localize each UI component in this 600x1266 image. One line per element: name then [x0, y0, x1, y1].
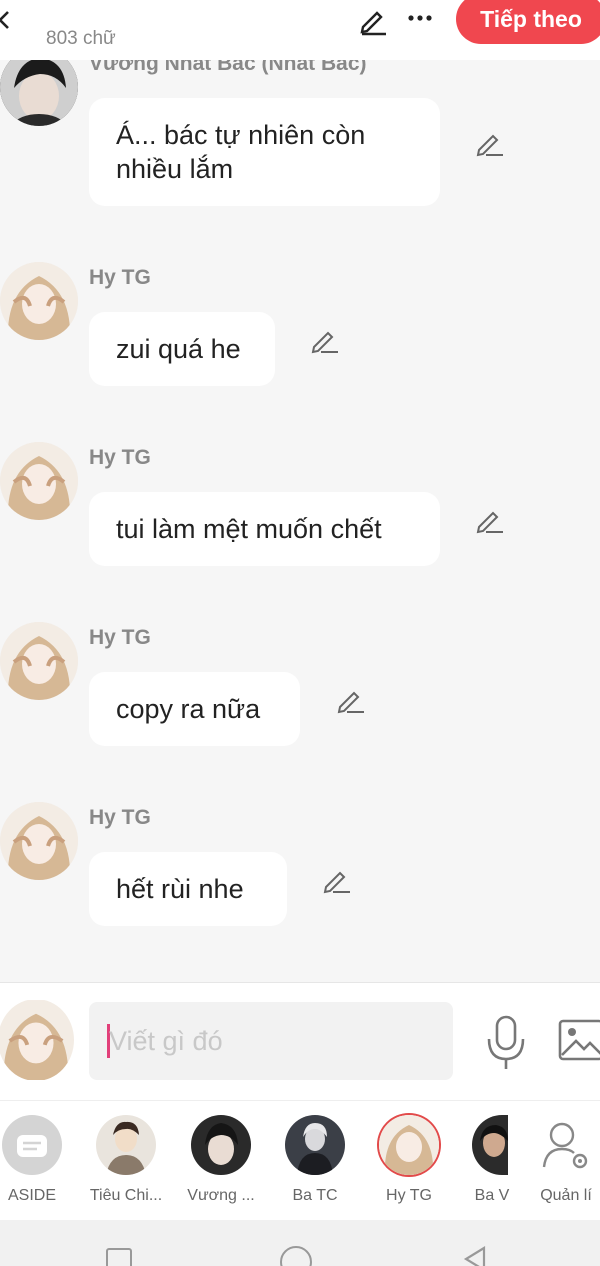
character-vuong[interactable]: Vương ... — [181, 1115, 261, 1205]
more-options-icon[interactable] — [406, 4, 434, 32]
system-navigation-bar — [0, 1220, 600, 1266]
image-icon[interactable] — [558, 1019, 600, 1061]
character-aside[interactable]: ASIDE — [0, 1115, 72, 1205]
top-bar: 803 chữ Tiếp theo — [0, 0, 600, 60]
message-bubble[interactable]: copy ra nữa — [89, 672, 300, 746]
character-name: Ba TC — [292, 1187, 338, 1204]
message-input[interactable]: Viết gì đó — [89, 1002, 453, 1080]
input-placeholder: Viết gì đó — [109, 1026, 223, 1056]
message-bubble[interactable]: tui làm mệt muốn chết — [89, 492, 440, 566]
character-avatar — [96, 1115, 156, 1175]
word-count: 803 chữ — [46, 28, 116, 49]
composer-bar: Viết gì đó — [0, 982, 600, 1100]
character-tieu-chien[interactable]: Tiêu Chi... — [86, 1115, 166, 1205]
sender-name: Hy TG — [89, 266, 151, 289]
character-avatar — [472, 1115, 508, 1175]
avatar-hy-tg[interactable] — [0, 802, 78, 880]
character-selector: ASIDE Tiêu Chi... Vương ... Ba TC Hy TG … — [0, 1100, 600, 1220]
message-bubble[interactable]: hết rùi nhe — [89, 852, 287, 926]
edit-icon[interactable] — [321, 865, 351, 895]
avatar-hy-tg[interactable] — [0, 622, 78, 700]
back-arrow-icon[interactable] — [0, 8, 18, 32]
message-bubble[interactable]: zui quá he — [89, 312, 275, 386]
pen-icon[interactable] — [356, 4, 388, 36]
back-triangle-icon[interactable] — [460, 1244, 488, 1266]
character-name: Tiêu Chi... — [89, 1187, 163, 1204]
character-name: Hy TG — [386, 1187, 432, 1204]
character-avatar — [191, 1115, 251, 1175]
user-settings-icon — [536, 1115, 596, 1175]
character-name: Ba V — [474, 1187, 510, 1204]
character-ba-v[interactable]: Ba V — [452, 1115, 532, 1205]
next-button[interactable]: Tiếp theo — [456, 0, 600, 44]
recent-apps-icon[interactable] — [106, 1248, 132, 1266]
avatar-hy-tg[interactable] — [0, 442, 78, 520]
character-avatar — [285, 1115, 345, 1175]
current-character-avatar[interactable] — [0, 999, 74, 1081]
sender-name: Hy TG — [89, 806, 151, 829]
home-icon[interactable] — [280, 1246, 312, 1266]
sender-name: Hy TG — [89, 446, 151, 469]
character-name: Quản lí — [540, 1187, 592, 1204]
character-name: ASIDE — [7, 1187, 56, 1204]
character-ba-tc[interactable]: Ba TC — [275, 1115, 355, 1205]
character-name: Vương ... — [187, 1187, 255, 1204]
microphone-icon[interactable] — [485, 1015, 527, 1071]
character-hy-tg[interactable]: Hy TG — [369, 1115, 449, 1205]
character-avatar — [379, 1115, 439, 1175]
edit-icon[interactable] — [474, 505, 504, 535]
avatar-hy-tg[interactable] — [0, 262, 78, 340]
edit-icon[interactable] — [309, 325, 339, 355]
message-icon — [2, 1115, 62, 1175]
sender-name: Hy TG — [89, 626, 151, 649]
message-bubble[interactable]: Á... bác tự nhiên còn nhiều lắm — [89, 98, 440, 206]
edit-icon[interactable] — [474, 128, 504, 158]
character-manage[interactable]: Quản lí — [526, 1115, 600, 1205]
edit-icon[interactable] — [335, 685, 365, 715]
